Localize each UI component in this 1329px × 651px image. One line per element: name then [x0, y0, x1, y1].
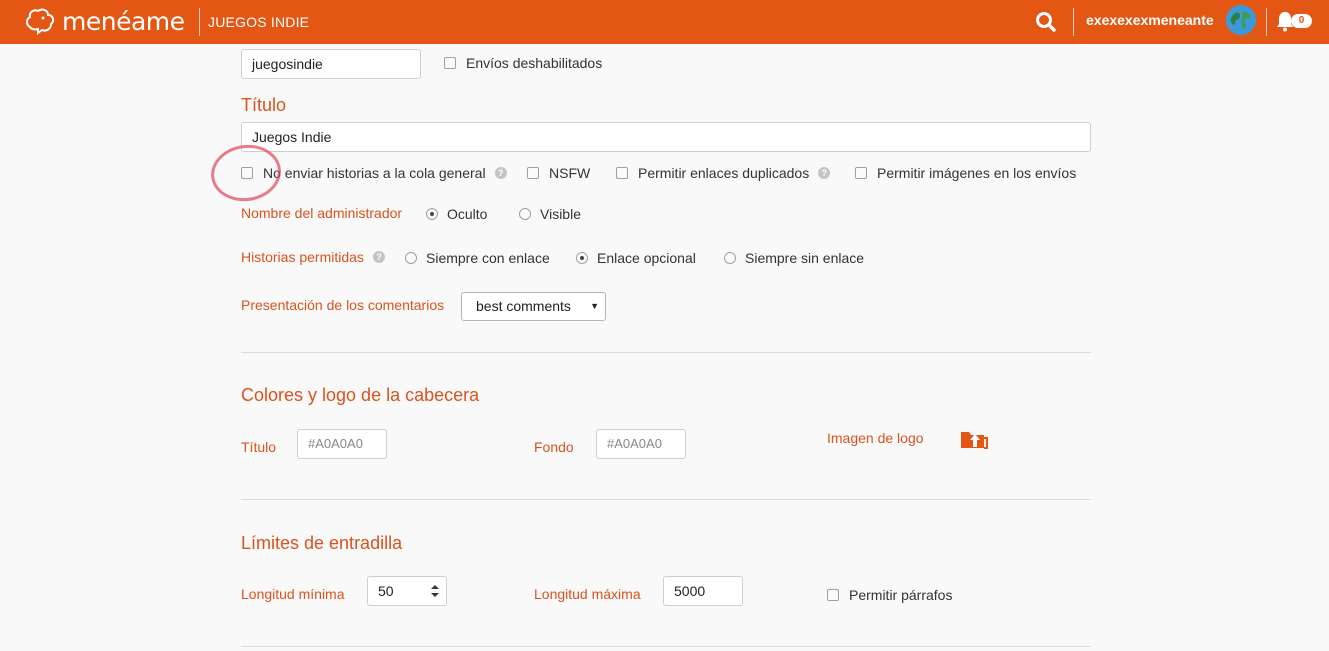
search-icon[interactable]: [1034, 10, 1058, 34]
admin-oculto-radio[interactable]: Oculto: [426, 206, 487, 222]
permitir-imagenes-label: Permitir imágenes en los envíos: [877, 165, 1077, 181]
color-titulo-input[interactable]: #A0A0A0: [297, 429, 387, 459]
checkbox-box[interactable]: [855, 167, 867, 179]
permitir-duplicados-label: Permitir enlaces duplicados: [638, 165, 810, 181]
radio-button[interactable]: [426, 208, 438, 220]
notifications-badge[interactable]: 0: [1291, 14, 1312, 28]
historias-opcional-label: Enlace opcional: [597, 250, 696, 266]
help-icon[interactable]: ?: [372, 251, 385, 263]
logo-text: menéame: [62, 6, 185, 36]
envios-deshabilitados-label: Envíos deshabilitados: [466, 55, 603, 71]
no-enviar-cola-label: No enviar historias a la cola general: [263, 165, 486, 181]
checkbox-box[interactable]: [527, 167, 539, 179]
permitir-parrafos-checkbox[interactable]: Permitir párrafos: [827, 587, 952, 603]
number-stepper-icon[interactable]: [430, 583, 440, 599]
color-titulo-label: Título: [241, 439, 277, 455]
limites-heading: Límites de entradilla: [241, 533, 403, 553]
meneame-mascot-icon: [26, 8, 55, 35]
top-navbar: menéame JUEGOS INDIE exexexexmeneante 0: [0, 0, 1329, 44]
header-divider-right: [1073, 8, 1074, 36]
historias-label: Historias permitidas: [241, 249, 364, 265]
historias-siempre-sin-radio[interactable]: Siempre sin enlace: [724, 250, 864, 266]
radio-button[interactable]: [519, 208, 531, 220]
chevron-down-icon: ▼: [590, 301, 599, 311]
help-icon[interactable]: ?: [494, 167, 507, 179]
admin-name-label: Nombre del administrador: [241, 205, 403, 221]
header-divider-bell: [1266, 8, 1267, 36]
avatar-globe-icon: [1226, 5, 1256, 35]
longitud-minima-input[interactable]: 50: [367, 576, 447, 606]
help-icon[interactable]: ?: [818, 167, 831, 179]
section-divider: [241, 499, 1091, 500]
longitud-minima-value: 50: [378, 583, 394, 599]
admin-visible-label: Visible: [540, 206, 581, 222]
admin-visible-radio[interactable]: Visible: [519, 206, 581, 222]
comentarios-selected-value: best comments: [476, 298, 571, 314]
section-divider: [241, 352, 1091, 353]
checkbox-box[interactable]: [827, 589, 839, 601]
imagen-logo-label: Imagen de logo: [827, 430, 924, 446]
radio-button[interactable]: [405, 252, 417, 264]
longitud-maxima-label: Longitud máxima: [534, 586, 641, 602]
section-divider: [241, 646, 1091, 647]
historias-opcional-radio[interactable]: Enlace opcional: [576, 250, 696, 266]
checkbox-box[interactable]: [444, 57, 456, 69]
color-fondo-input[interactable]: #A0A0A0: [596, 429, 686, 459]
permitir-imagenes-checkbox[interactable]: Permitir imágenes en los envíos: [855, 165, 1076, 181]
historias-label-group: Historias permitidas ?: [241, 249, 385, 265]
upload-folder-icon[interactable]: [960, 428, 988, 450]
permitir-duplicados-checkbox[interactable]: Permitir enlaces duplicados ?: [616, 165, 831, 181]
titulo-input[interactable]: Juegos Indie: [241, 122, 1091, 152]
historias-siempre-con-radio[interactable]: Siempre con enlace: [405, 250, 550, 266]
comentarios-select[interactable]: best comments ▼: [461, 292, 606, 321]
checkbox-box[interactable]: [616, 167, 628, 179]
sub-name[interactable]: JUEGOS INDIE: [208, 14, 309, 30]
historias-siempre-con-label: Siempre con enlace: [426, 250, 550, 266]
comentarios-label: Presentación de los comentarios: [241, 297, 445, 313]
meneame-logo[interactable]: menéame: [24, 6, 185, 36]
header-divider: [199, 8, 200, 36]
colores-heading: Colores y logo de la cabecera: [241, 385, 480, 405]
permitir-parrafos-label: Permitir párrafos: [849, 587, 953, 603]
avatar[interactable]: [1226, 5, 1256, 35]
envios-deshabilitados-checkbox[interactable]: Envíos deshabilitados: [444, 55, 602, 71]
color-fondo-label: Fondo: [534, 439, 574, 455]
nsfw-checkbox[interactable]: NSFW: [527, 165, 590, 181]
titulo-heading: Título: [241, 95, 287, 115]
sub-name-input[interactable]: juegosindie: [241, 49, 421, 79]
nsfw-label: NSFW: [549, 165, 591, 181]
longitud-maxima-input[interactable]: 5000: [663, 576, 743, 606]
radio-button[interactable]: [724, 252, 736, 264]
radio-button[interactable]: [576, 252, 588, 264]
historias-siempre-sin-label: Siempre sin enlace: [745, 250, 865, 266]
longitud-minima-label: Longitud mínima: [241, 586, 345, 602]
admin-oculto-label: Oculto: [447, 206, 488, 222]
username-link[interactable]: exexexexmeneante: [1086, 12, 1214, 28]
